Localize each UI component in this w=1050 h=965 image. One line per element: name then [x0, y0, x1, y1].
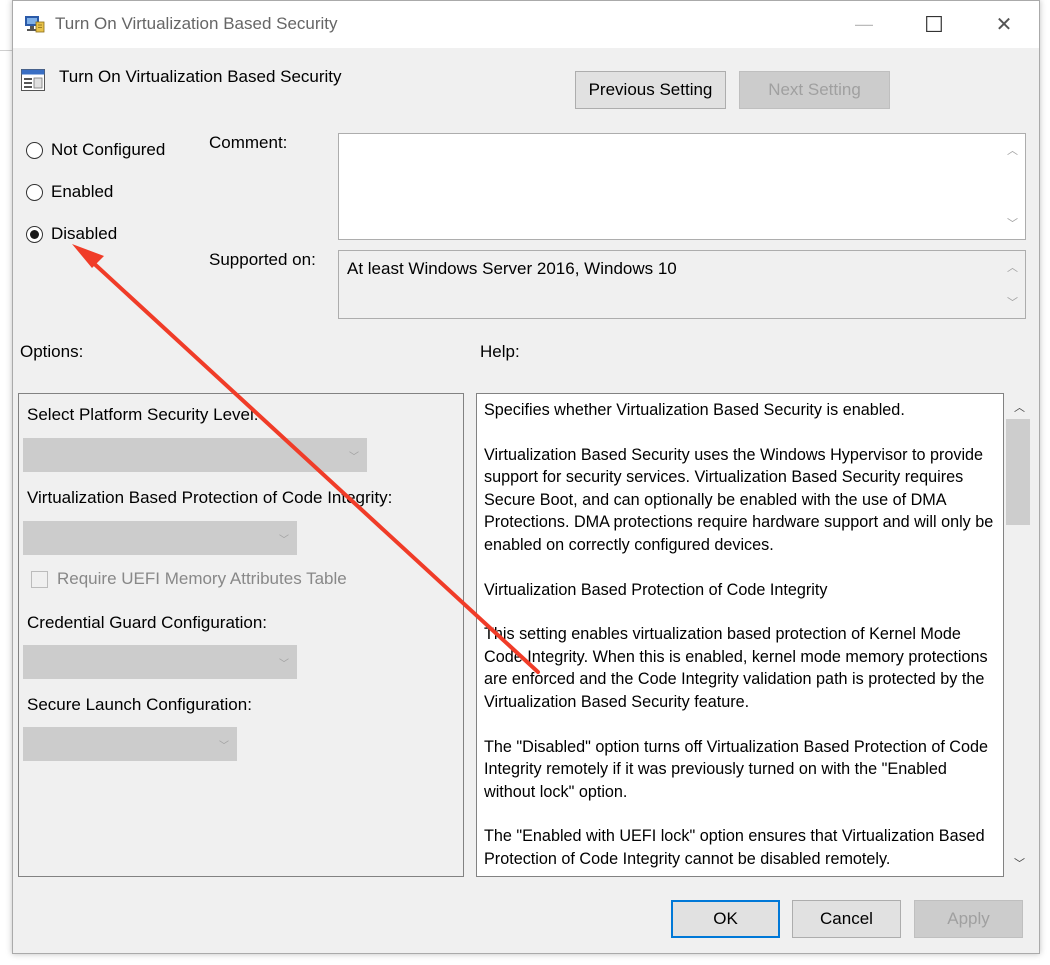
chevron-down-icon: ﹀ [349, 452, 359, 463]
setting-title: Turn On Virtualization Based Security [59, 67, 342, 86]
platform-security-label: Select Platform Security Level: [27, 405, 259, 424]
policy-setting-icon [21, 69, 45, 91]
help-panel: Specifies whether Virtualization Based S… [476, 393, 1004, 877]
secure-launch-dropdown[interactable]: ﹀ [23, 727, 237, 761]
chevron-down-icon: ﹀ [219, 741, 229, 752]
code-integrity-label: Virtualization Based Protection of Code … [27, 488, 393, 507]
scroll-down-icon[interactable]: ﹀ [1007, 215, 1018, 231]
comment-label: Comment: [209, 133, 288, 152]
secure-launch-label: Secure Launch Configuration: [27, 695, 252, 714]
platform-security-dropdown[interactable]: ﹀ [23, 438, 367, 472]
close-button[interactable]: ✕ [969, 1, 1039, 48]
help-paragraph: This setting enables virtualization base… [484, 625, 988, 711]
window-title: Turn On Virtualization Based Security [55, 14, 338, 33]
chevron-down-icon: ﹀ [279, 535, 289, 546]
help-heading: Help: [480, 342, 520, 361]
radio-selected-dot [30, 229, 39, 239]
radio-not-configured-label: Not Configured [51, 140, 166, 159]
help-paragraph: The "Disabled" option turns off Virtuali… [484, 737, 989, 801]
radio-disabled-label: Disabled [51, 224, 118, 243]
scroll-down-icon[interactable]: ﹀ [1014, 855, 1025, 871]
code-integrity-dropdown[interactable]: ﹀ [23, 521, 297, 555]
help-paragraph: The "Enabled with UEFI lock" option ensu… [484, 827, 985, 868]
ok-button[interactable]: OK [671, 900, 780, 938]
title-bar: Turn On Virtualization Based Security — … [13, 1, 1039, 48]
scroll-up-icon[interactable]: ︿ [1014, 399, 1025, 415]
next-setting-button[interactable]: Next Setting [739, 71, 890, 109]
chevron-down-icon: ﹀ [279, 659, 289, 670]
scroll-up-icon[interactable]: ︿ [1007, 142, 1018, 158]
credential-guard-label: Credential Guard Configuration: [27, 613, 268, 632]
help-scrollbar[interactable]: ︿ ﹀ [1006, 393, 1032, 877]
radio-disabled-circle[interactable] [26, 225, 43, 243]
radio-enabled-circle[interactable] [26, 183, 43, 201]
minimize-button[interactable]: — [829, 1, 899, 48]
comment-scrollbar[interactable]: ︿ ﹀ [999, 134, 1025, 239]
supported-on-box: At least Windows Server 2016, Windows 10… [338, 250, 1026, 319]
radio-enabled-label: Enabled [51, 182, 114, 201]
apply-button[interactable]: Apply [914, 900, 1023, 938]
scroll-down-icon[interactable]: ﹀ [1007, 294, 1018, 310]
maximize-button[interactable]: ☐ [899, 1, 969, 48]
supported-on-value: At least Windows Server 2016, Windows 10 [347, 259, 677, 278]
previous-setting-button[interactable]: Previous Setting [575, 71, 726, 109]
help-paragraph: Virtualization Based Security uses the W… [484, 445, 994, 554]
close-icon: ✕ [995, 14, 1013, 36]
supported-on-label: Supported on: [209, 250, 316, 269]
help-scroll-thumb[interactable] [1006, 419, 1030, 525]
credential-guard-dropdown[interactable]: ﹀ [23, 645, 297, 679]
scroll-up-icon[interactable]: ︿ [1007, 259, 1018, 275]
uefi-memory-checkbox-label: Require UEFI Memory Attributes Table [57, 569, 347, 588]
radio-not-configured-circle[interactable] [26, 141, 43, 159]
supported-on-scrollbar[interactable]: ︿ ﹀ [999, 251, 1025, 318]
policy-dialog: Turn On Virtualization Based Security — … [12, 0, 1040, 954]
uefi-memory-checkbox[interactable]: Require UEFI Memory Attributes Table [31, 569, 347, 589]
group-policy-icon [25, 16, 45, 33]
help-paragraph: Virtualization Based Protection of Code … [484, 580, 828, 599]
help-paragraph: Specifies whether Virtualization Based S… [484, 401, 905, 419]
options-panel: Select Platform Security Level: ﹀ Virtua… [18, 393, 464, 877]
radio-not-configured[interactable]: Not Configured [26, 140, 165, 160]
options-heading: Options: [20, 342, 84, 361]
maximize-icon: ☐ [924, 11, 944, 37]
minimize-icon: — [855, 14, 873, 34]
help-text: Specifies whether Virtualization Based S… [484, 399, 996, 876]
radio-enabled[interactable]: Enabled [26, 182, 113, 202]
radio-disabled[interactable]: Disabled [26, 224, 117, 244]
comment-textbox[interactable]: ︿ ﹀ [338, 133, 1026, 240]
uefi-memory-checkbox-box[interactable] [31, 570, 48, 588]
cancel-button[interactable]: Cancel [792, 900, 901, 938]
